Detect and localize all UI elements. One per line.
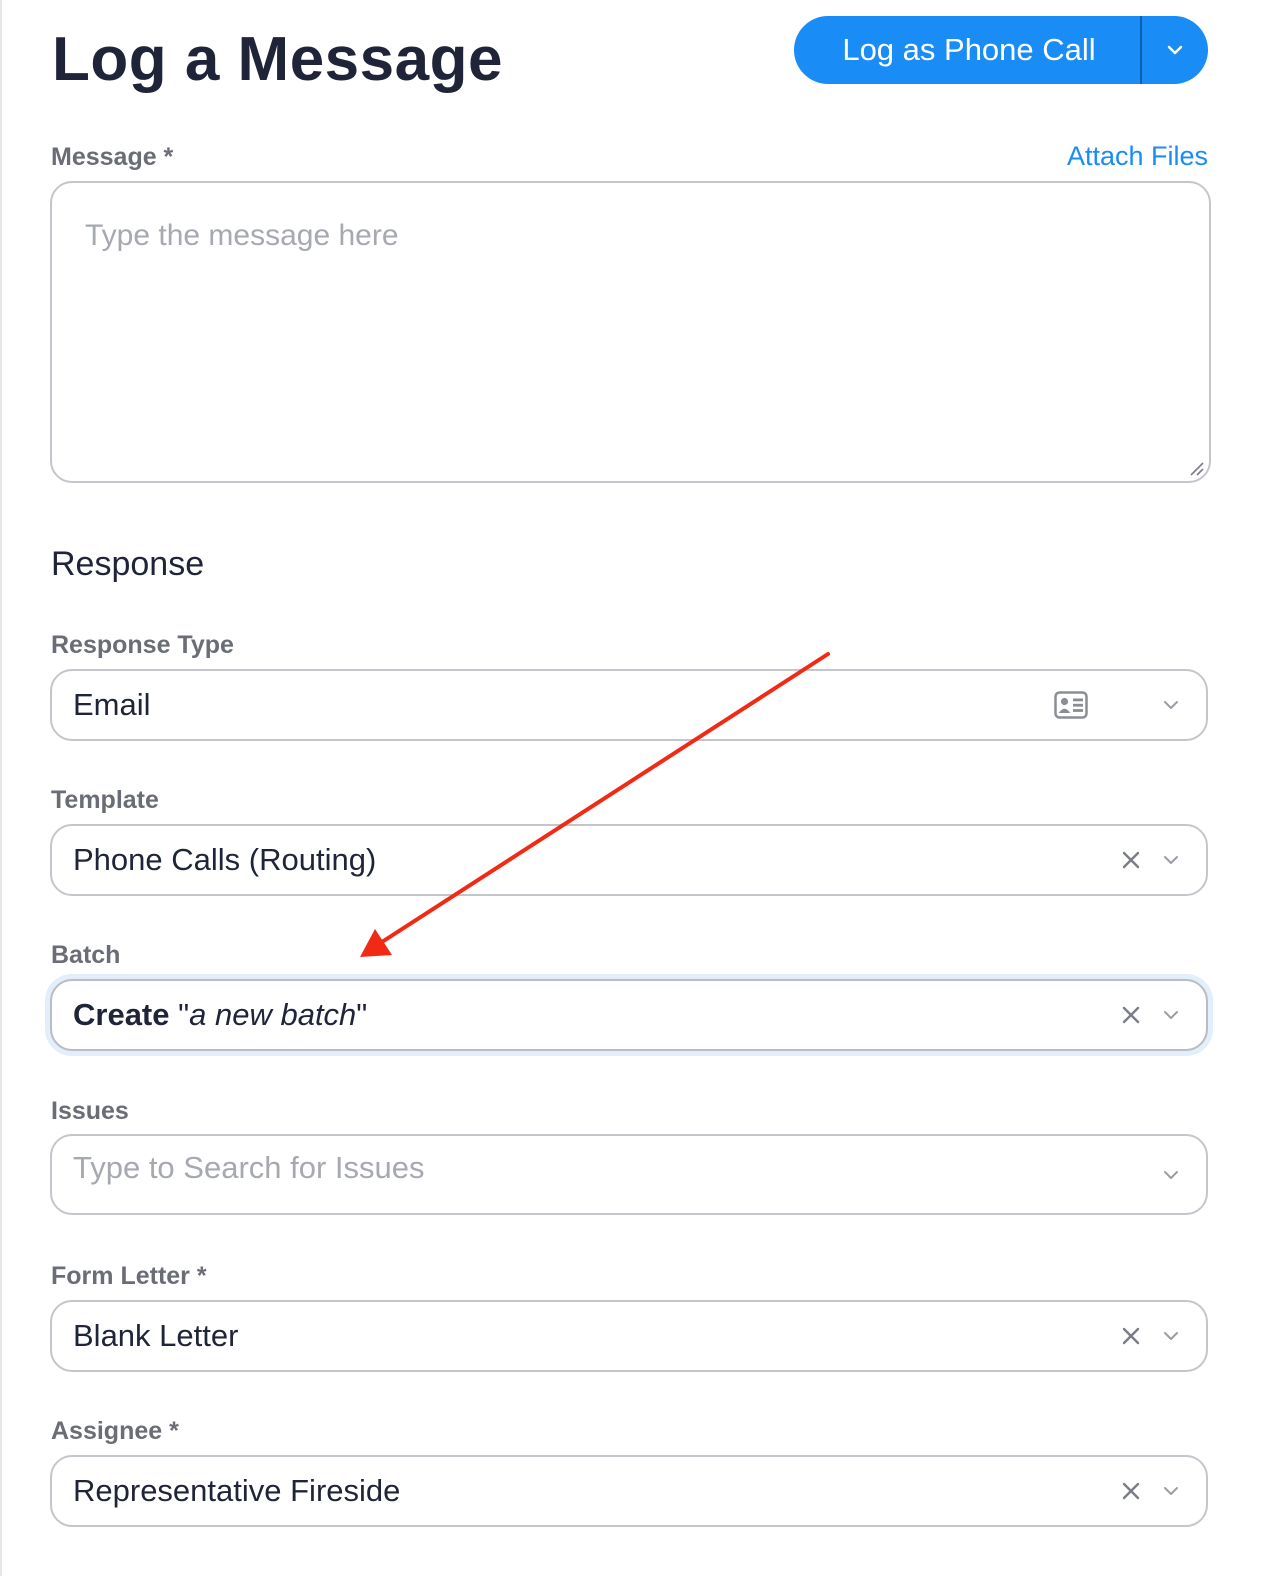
annotation-arrow-head (360, 929, 392, 957)
chevron-down-icon (1164, 1487, 1178, 1495)
chevron-down-icon (1167, 45, 1183, 55)
template-label: Template (51, 786, 159, 814)
log-options-dropdown-button[interactable] (1142, 16, 1208, 84)
batch-label: Batch (51, 941, 121, 969)
batch-value-prefix: Create (73, 997, 170, 1032)
issues-label: Issues (51, 1097, 129, 1125)
chevron-down-icon (1164, 701, 1178, 709)
left-edge-divider (0, 0, 2, 1576)
response-type-label: Response Type (51, 631, 234, 659)
batch-value-new-name: a new batch (189, 997, 357, 1032)
log-as-phone-call-button[interactable]: Log as Phone Call (794, 16, 1140, 84)
form-letter-select[interactable]: Blank Letter (50, 1300, 1208, 1372)
response-section-title: Response (51, 545, 205, 583)
clear-icon[interactable] (1120, 1004, 1142, 1026)
template-select[interactable]: Phone Calls (Routing) (50, 824, 1208, 896)
chevron-down-icon (1164, 1170, 1178, 1179)
response-type-value: Email (73, 687, 151, 722)
issues-search-placeholder: Type to Search for Issues (73, 1150, 425, 1185)
message-textarea[interactable]: Type the message here (50, 181, 1211, 483)
chevron-down-icon (1164, 1332, 1178, 1340)
message-label: Message * (51, 143, 174, 171)
clear-icon[interactable] (1120, 849, 1142, 871)
template-value: Phone Calls (Routing) (73, 842, 377, 877)
resize-handle-icon[interactable] (1187, 459, 1205, 477)
message-placeholder: Type the message here (85, 219, 399, 252)
form-letter-label: Form Letter * (51, 1262, 207, 1290)
log-as-phone-call-split-button: Log as Phone Call (794, 16, 1208, 84)
batch-value: Create " a new batch " (73, 981, 367, 1049)
attach-files-link[interactable]: Attach Files (1067, 140, 1208, 172)
assignee-label: Assignee * (51, 1417, 179, 1445)
contact-card-icon (1054, 691, 1088, 719)
assignee-select[interactable]: Representative Fireside (50, 1455, 1208, 1527)
clear-icon[interactable] (1120, 1325, 1142, 1347)
response-type-select[interactable]: Email (50, 669, 1208, 741)
chevron-down-icon (1164, 1011, 1178, 1019)
batch-select[interactable]: Create " a new batch " (50, 979, 1208, 1051)
chevron-down-icon (1164, 856, 1178, 864)
page-title: Log a Message (52, 25, 503, 94)
batch-value-quote-open: " (169, 997, 190, 1032)
form-letter-value: Blank Letter (73, 1318, 239, 1353)
clear-icon[interactable] (1120, 1480, 1142, 1502)
issues-search-select[interactable]: Type to Search for Issues (50, 1134, 1208, 1215)
batch-value-quote-close: " (356, 997, 368, 1032)
assignee-value: Representative Fireside (73, 1473, 401, 1508)
